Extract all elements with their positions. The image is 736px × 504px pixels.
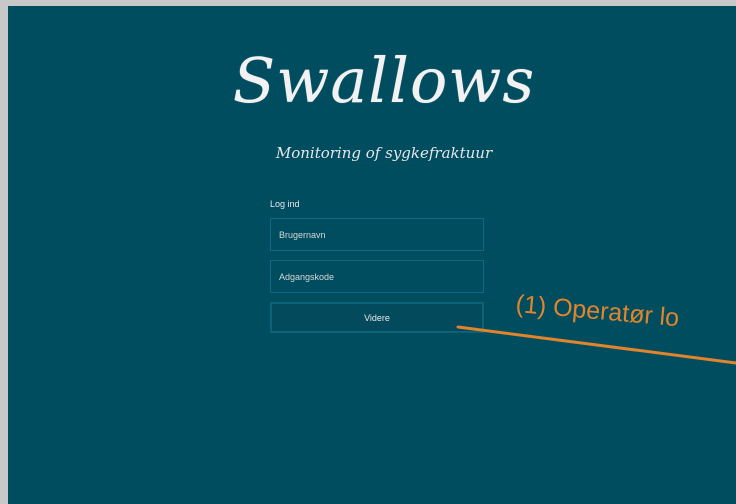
password-field[interactable] — [270, 260, 484, 293]
app-subtitle: Monitoring of sygkefraktuur — [275, 144, 493, 162]
username-field[interactable] — [270, 218, 484, 251]
screenshot-frame: Swallows Monitoring of sygkefraktuur Log… — [0, 0, 736, 504]
login-form: Log ind Videre — [270, 199, 490, 333]
continue-button[interactable]: Videre — [270, 302, 484, 333]
app-title: Swallows — [232, 44, 536, 117]
login-heading: Log ind — [270, 199, 300, 209]
app-screen: Swallows Monitoring of sygkefraktuur Log… — [8, 6, 736, 504]
